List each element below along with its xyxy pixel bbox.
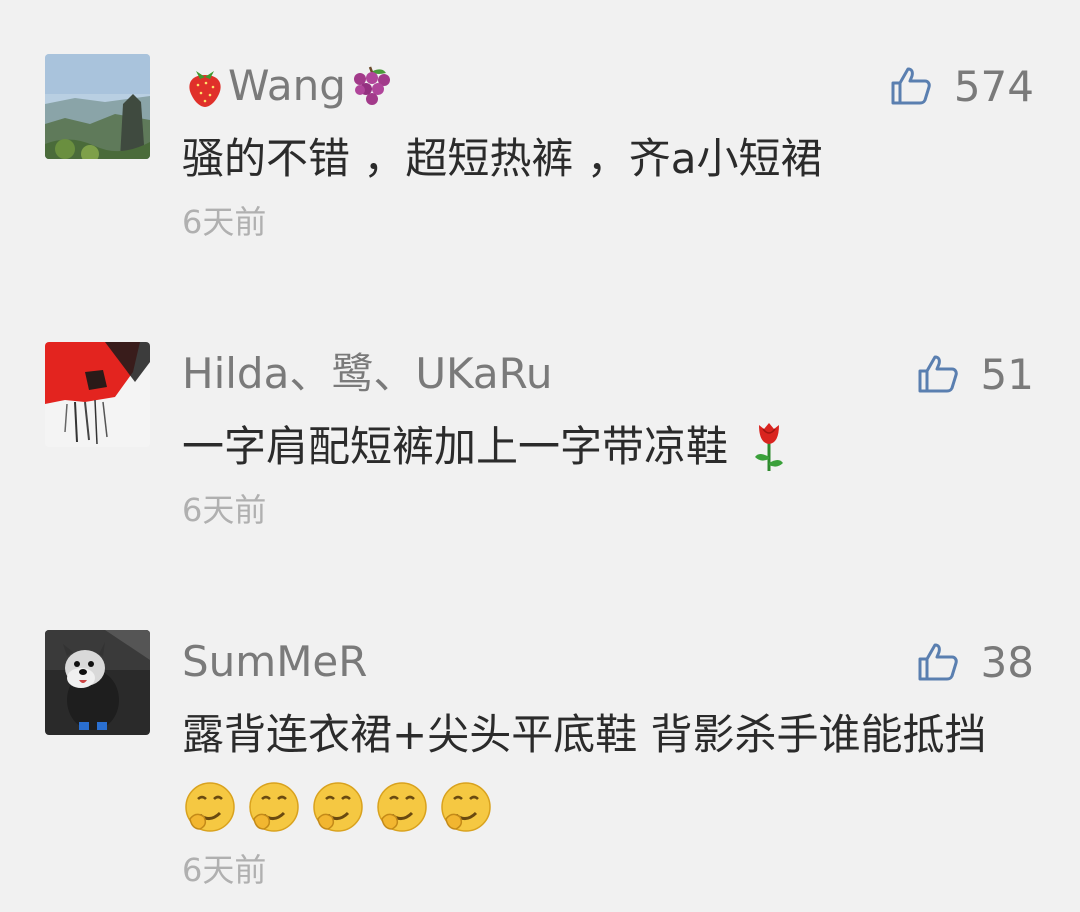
comment-time: 6天前 (182, 203, 267, 241)
like-count: 574 (953, 61, 1034, 111)
grimace-icon (246, 779, 302, 835)
strawberry-icon (182, 63, 228, 109)
comment-time: 6天前 (182, 491, 267, 529)
avatar[interactable] (45, 342, 150, 447)
like-count: 38 (980, 637, 1034, 687)
comment-author[interactable]: SumMeR (182, 632, 367, 692)
grimace-icon (182, 779, 238, 835)
thumb-up-icon (918, 643, 958, 681)
grimace-icon (310, 779, 366, 835)
schnauzer-dog-avatar-icon (45, 630, 150, 735)
grimace-icon (374, 779, 430, 835)
thumb-up-icon (891, 67, 931, 105)
thumb-up-icon (918, 355, 958, 393)
comment-list: Wang 574 骚的不错 ，超短热裤 ，齐a小短裙 6天前 Hilda、鹭、U… (0, 0, 1080, 912)
avatar[interactable] (45, 630, 150, 735)
comment-text-content: 一字肩配短裤加上一字带凉鞋 (182, 422, 729, 471)
comment-text: 露背连衣裙+尖头平底鞋 背影杀手谁能抵挡 (182, 698, 1012, 846)
like-button[interactable]: 51 (917, 344, 1034, 404)
avatar[interactable] (45, 54, 150, 159)
comment-author[interactable]: Hilda、鹭、UKaRu (182, 344, 553, 404)
rose-icon (741, 417, 797, 473)
like-button[interactable]: 574 (890, 56, 1034, 116)
author-name: Wang (228, 61, 346, 110)
mountain-landscape-avatar-icon (45, 54, 150, 159)
grimace-icon (438, 779, 494, 835)
comment-author[interactable]: Wang (182, 56, 392, 116)
comment-time: 6天前 (182, 851, 267, 889)
author-name: Hilda、鹭、UKaRu (182, 349, 553, 398)
comment-text-content: 骚的不错 ，超短热裤 ，齐a小短裙 (182, 134, 823, 183)
like-button[interactable]: 38 (917, 632, 1034, 692)
comment-text-content: 露背连衣裙+尖头平底鞋 背影杀手谁能抵挡 (182, 710, 987, 759)
author-name: SumMeR (182, 637, 368, 686)
comment-text: 一字肩配短裤加上一字带凉鞋 (182, 410, 1012, 484)
grapes-icon (346, 63, 392, 109)
like-count: 51 (980, 349, 1034, 399)
comment-text: 骚的不错 ，超短热裤 ，齐a小短裙 (182, 122, 1012, 196)
red-abstract-avatar-icon (45, 342, 150, 447)
